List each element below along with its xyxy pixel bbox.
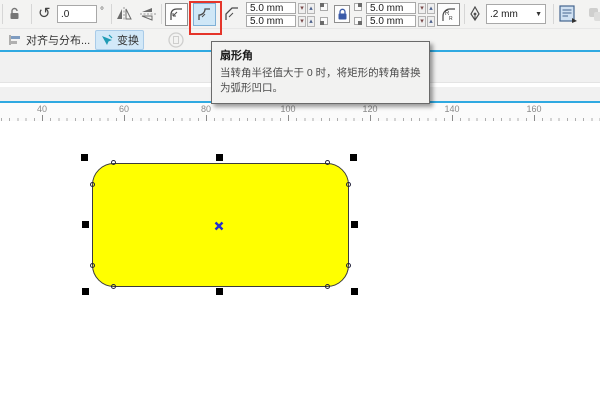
ruler-label: 80 bbox=[201, 104, 211, 114]
corner-bottom-right-glyph bbox=[354, 17, 362, 25]
transform-label: 变换 bbox=[117, 32, 139, 48]
tooltip-title: 扇形角 bbox=[220, 47, 421, 63]
separator bbox=[31, 4, 32, 24]
corner-radius-top-left-input[interactable]: 5.0 mm bbox=[246, 2, 296, 14]
outline-width-value: .2 mm bbox=[490, 9, 518, 20]
corner-top-right-glyph bbox=[354, 3, 362, 11]
property-bar: ↺ .0 ° 5.0 mm 5.0 mm ▾ ▴ ▾ ▴ bbox=[0, 0, 600, 28]
corner-node[interactable] bbox=[111, 284, 116, 289]
corner-node[interactable] bbox=[325, 160, 330, 165]
wrap-text-icon[interactable] bbox=[559, 5, 578, 23]
relative-corner-scaling-button[interactable]: RR bbox=[437, 3, 460, 26]
round-corner-button[interactable] bbox=[165, 3, 188, 26]
chamfered-corner-icon[interactable] bbox=[224, 6, 241, 22]
rotation-angle-input[interactable]: .0 bbox=[57, 5, 97, 23]
spinner-up-icon[interactable]: ▴ bbox=[307, 16, 315, 27]
corner-node[interactable] bbox=[325, 284, 330, 289]
mirror-horizontal-icon[interactable] bbox=[116, 7, 132, 21]
horizontal-ruler[interactable]: 40 60 80 100 120 140 160 bbox=[0, 103, 600, 121]
svg-text:R: R bbox=[449, 16, 453, 22]
corner-radius-top-right-input[interactable]: 5.0 mm bbox=[366, 2, 416, 14]
app-window: ↺ .0 ° 5.0 mm 5.0 mm ▾ ▴ ▾ ▴ bbox=[0, 0, 600, 401]
separator bbox=[553, 4, 554, 24]
outline-pen-icon bbox=[469, 6, 481, 22]
corner-radius-bottom-right-input[interactable]: 5.0 mm bbox=[366, 15, 416, 27]
selection-handle-bottom-center[interactable] bbox=[216, 288, 223, 295]
center-x-marker[interactable] bbox=[214, 221, 224, 231]
ruler-label: 120 bbox=[362, 104, 377, 114]
selection-handle-top-right[interactable] bbox=[350, 154, 357, 161]
outline-width-dropdown[interactable]: .2 mm ▼ bbox=[486, 4, 546, 24]
tooltip-body: 当转角半径值大于 0 时，将矩形的转角替换为弧形凹口。 bbox=[220, 66, 421, 96]
selection-handle-bottom-left[interactable] bbox=[82, 288, 89, 295]
align-distribute-icon bbox=[8, 34, 22, 46]
mirror-vertical-icon[interactable] bbox=[140, 7, 156, 21]
degree-unit-label: ° bbox=[100, 6, 104, 17]
rotate-angle-icon: ↺ bbox=[38, 4, 51, 22]
tooltip: 扇形角 当转角半径值大于 0 时，将矩形的转角替换为弧形凹口。 bbox=[211, 41, 430, 104]
corner-node[interactable] bbox=[346, 263, 351, 268]
ruler-label: 100 bbox=[280, 104, 295, 114]
separator bbox=[464, 4, 465, 24]
corner-node[interactable] bbox=[346, 182, 351, 187]
transform-button[interactable]: 变换 bbox=[95, 30, 144, 50]
spinner-down-icon[interactable]: ▾ bbox=[298, 3, 306, 14]
ruler-label: 140 bbox=[444, 104, 459, 114]
canvas[interactable] bbox=[0, 121, 600, 401]
corner-bottom-left-glyph bbox=[320, 17, 328, 25]
spinner-up-icon[interactable]: ▴ bbox=[427, 3, 435, 14]
selection-handle-top-center[interactable] bbox=[216, 154, 223, 161]
lock-corners-together-button[interactable] bbox=[334, 5, 350, 23]
corner-radius-bottom-left-input[interactable]: 5.0 mm bbox=[246, 15, 296, 27]
separator bbox=[2, 4, 3, 24]
spinner-up-icon[interactable]: ▴ bbox=[307, 3, 315, 14]
dropdown-arrow-icon: ▼ bbox=[535, 11, 542, 18]
spinner-up-icon[interactable]: ▴ bbox=[427, 16, 435, 27]
selection-handle-top-left[interactable] bbox=[81, 154, 88, 161]
corner-node[interactable] bbox=[111, 160, 116, 165]
corner-top-left-glyph bbox=[320, 3, 328, 11]
lock-ratio-icon[interactable] bbox=[8, 7, 21, 21]
spinner-down-icon[interactable]: ▾ bbox=[298, 16, 306, 27]
separator bbox=[161, 4, 162, 24]
disabled-group-icon bbox=[587, 6, 600, 22]
separator bbox=[111, 4, 112, 24]
transform-icon bbox=[100, 34, 113, 47]
spinner-down-icon[interactable]: ▾ bbox=[418, 16, 426, 27]
align-distribute-label: 对齐与分布... bbox=[26, 32, 90, 48]
ruler-label: 60 bbox=[119, 104, 129, 114]
spinner-down-icon[interactable]: ▾ bbox=[418, 3, 426, 14]
selection-handle-bottom-right[interactable] bbox=[351, 288, 358, 295]
corner-node[interactable] bbox=[90, 182, 95, 187]
ruler-label: 160 bbox=[526, 104, 541, 114]
selection-handle-middle-left[interactable] bbox=[82, 221, 89, 228]
selection-handle-middle-right[interactable] bbox=[351, 221, 358, 228]
ruler-label: 40 bbox=[37, 104, 47, 114]
align-distribute-button[interactable]: 对齐与分布... bbox=[4, 31, 94, 49]
corner-node[interactable] bbox=[90, 263, 95, 268]
disabled-paste-icon bbox=[168, 32, 184, 48]
highlight-annotation-box bbox=[189, 1, 222, 35]
